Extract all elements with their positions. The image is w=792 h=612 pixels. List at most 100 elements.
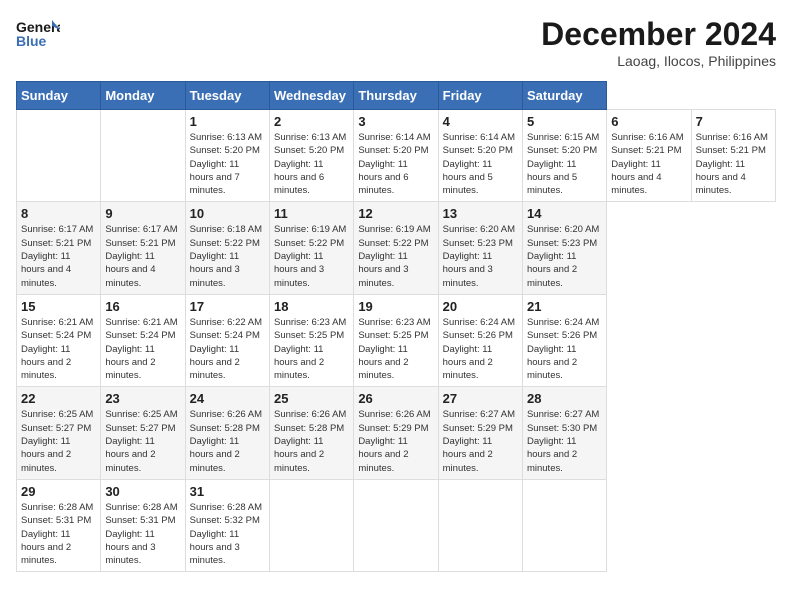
day-number: 9 bbox=[105, 206, 180, 221]
day-number: 27 bbox=[443, 391, 518, 406]
day-info: Sunrise: 6:28 AM Sunset: 5:31 PM Dayligh… bbox=[105, 501, 180, 567]
empty-cell bbox=[522, 479, 606, 571]
day-info: Sunrise: 6:20 AM Sunset: 5:23 PM Dayligh… bbox=[443, 223, 518, 289]
day-number: 8 bbox=[21, 206, 96, 221]
day-info: Sunrise: 6:20 AM Sunset: 5:23 PM Dayligh… bbox=[527, 223, 602, 289]
day-number: 26 bbox=[358, 391, 433, 406]
day-number: 23 bbox=[105, 391, 180, 406]
day-number: 17 bbox=[190, 299, 265, 314]
day-number: 16 bbox=[105, 299, 180, 314]
day-number: 18 bbox=[274, 299, 349, 314]
day-number: 24 bbox=[190, 391, 265, 406]
day-number: 7 bbox=[696, 114, 771, 129]
calendar-day-17: 17 Sunrise: 6:22 AM Sunset: 5:24 PM Dayl… bbox=[185, 294, 269, 386]
empty-cell bbox=[354, 479, 438, 571]
day-number: 15 bbox=[21, 299, 96, 314]
day-info: Sunrise: 6:21 AM Sunset: 5:24 PM Dayligh… bbox=[21, 316, 96, 382]
day-info: Sunrise: 6:26 AM Sunset: 5:29 PM Dayligh… bbox=[358, 408, 433, 474]
title-block: December 2024 Laoag, Ilocos, Philippines bbox=[541, 16, 776, 69]
calendar-day-3: 3 Sunrise: 6:14 AM Sunset: 5:20 PM Dayli… bbox=[354, 110, 438, 202]
day-info: Sunrise: 6:25 AM Sunset: 5:27 PM Dayligh… bbox=[21, 408, 96, 474]
calendar-day-29: 29 Sunrise: 6:28 AM Sunset: 5:31 PM Dayl… bbox=[17, 479, 101, 571]
calendar-day-10: 10 Sunrise: 6:18 AM Sunset: 5:22 PM Dayl… bbox=[185, 202, 269, 294]
day-info: Sunrise: 6:27 AM Sunset: 5:29 PM Dayligh… bbox=[443, 408, 518, 474]
day-info: Sunrise: 6:25 AM Sunset: 5:27 PM Dayligh… bbox=[105, 408, 180, 474]
header-friday: Friday bbox=[438, 82, 522, 110]
calendar-week-row: 8 Sunrise: 6:17 AM Sunset: 5:21 PM Dayli… bbox=[17, 202, 776, 294]
calendar-day-30: 30 Sunrise: 6:28 AM Sunset: 5:31 PM Dayl… bbox=[101, 479, 185, 571]
calendar-week-row: 29 Sunrise: 6:28 AM Sunset: 5:31 PM Dayl… bbox=[17, 479, 776, 571]
day-info: Sunrise: 6:24 AM Sunset: 5:26 PM Dayligh… bbox=[443, 316, 518, 382]
calendar-day-26: 26 Sunrise: 6:26 AM Sunset: 5:29 PM Dayl… bbox=[354, 387, 438, 479]
calendar-day-24: 24 Sunrise: 6:26 AM Sunset: 5:28 PM Dayl… bbox=[185, 387, 269, 479]
calendar-day-14: 14 Sunrise: 6:20 AM Sunset: 5:23 PM Dayl… bbox=[522, 202, 606, 294]
day-number: 29 bbox=[21, 484, 96, 499]
calendar-day-18: 18 Sunrise: 6:23 AM Sunset: 5:25 PM Dayl… bbox=[269, 294, 353, 386]
calendar-day-8: 8 Sunrise: 6:17 AM Sunset: 5:21 PM Dayli… bbox=[17, 202, 101, 294]
day-info: Sunrise: 6:16 AM Sunset: 5:21 PM Dayligh… bbox=[611, 131, 686, 197]
calendar-day-4: 4 Sunrise: 6:14 AM Sunset: 5:20 PM Dayli… bbox=[438, 110, 522, 202]
calendar-week-row: 1 Sunrise: 6:13 AM Sunset: 5:20 PM Dayli… bbox=[17, 110, 776, 202]
day-info: Sunrise: 6:17 AM Sunset: 5:21 PM Dayligh… bbox=[21, 223, 96, 289]
calendar-day-7: 7 Sunrise: 6:16 AM Sunset: 5:21 PM Dayli… bbox=[691, 110, 775, 202]
day-number: 14 bbox=[527, 206, 602, 221]
day-number: 2 bbox=[274, 114, 349, 129]
day-info: Sunrise: 6:23 AM Sunset: 5:25 PM Dayligh… bbox=[358, 316, 433, 382]
day-number: 30 bbox=[105, 484, 180, 499]
day-number: 21 bbox=[527, 299, 602, 314]
header-thursday: Thursday bbox=[354, 82, 438, 110]
header-saturday: Saturday bbox=[522, 82, 606, 110]
day-info: Sunrise: 6:26 AM Sunset: 5:28 PM Dayligh… bbox=[274, 408, 349, 474]
month-year-title: December 2024 bbox=[541, 16, 776, 53]
day-info: Sunrise: 6:24 AM Sunset: 5:26 PM Dayligh… bbox=[527, 316, 602, 382]
header-sunday: Sunday bbox=[17, 82, 101, 110]
day-number: 22 bbox=[21, 391, 96, 406]
day-number: 20 bbox=[443, 299, 518, 314]
day-number: 31 bbox=[190, 484, 265, 499]
calendar-day-16: 16 Sunrise: 6:21 AM Sunset: 5:24 PM Dayl… bbox=[101, 294, 185, 386]
day-info: Sunrise: 6:19 AM Sunset: 5:22 PM Dayligh… bbox=[358, 223, 433, 289]
logo: General Blue bbox=[16, 16, 64, 52]
day-info: Sunrise: 6:15 AM Sunset: 5:20 PM Dayligh… bbox=[527, 131, 602, 197]
day-info: Sunrise: 6:28 AM Sunset: 5:31 PM Dayligh… bbox=[21, 501, 96, 567]
day-info: Sunrise: 6:17 AM Sunset: 5:21 PM Dayligh… bbox=[105, 223, 180, 289]
day-number: 19 bbox=[358, 299, 433, 314]
day-info: Sunrise: 6:14 AM Sunset: 5:20 PM Dayligh… bbox=[443, 131, 518, 197]
calendar-day-22: 22 Sunrise: 6:25 AM Sunset: 5:27 PM Dayl… bbox=[17, 387, 101, 479]
empty-cell bbox=[269, 479, 353, 571]
day-info: Sunrise: 6:19 AM Sunset: 5:22 PM Dayligh… bbox=[274, 223, 349, 289]
header-monday: Monday bbox=[101, 82, 185, 110]
day-info: Sunrise: 6:18 AM Sunset: 5:22 PM Dayligh… bbox=[190, 223, 265, 289]
calendar-day-19: 19 Sunrise: 6:23 AM Sunset: 5:25 PM Dayl… bbox=[354, 294, 438, 386]
day-number: 13 bbox=[443, 206, 518, 221]
calendar-header-row: SundayMondayTuesdayWednesdayThursdayFrid… bbox=[17, 82, 776, 110]
day-info: Sunrise: 6:14 AM Sunset: 5:20 PM Dayligh… bbox=[358, 131, 433, 197]
day-number: 5 bbox=[527, 114, 602, 129]
page-header: General Blue December 2024 Laoag, Ilocos… bbox=[16, 16, 776, 69]
calendar-day-31: 31 Sunrise: 6:28 AM Sunset: 5:32 PM Dayl… bbox=[185, 479, 269, 571]
day-number: 28 bbox=[527, 391, 602, 406]
day-info: Sunrise: 6:26 AM Sunset: 5:28 PM Dayligh… bbox=[190, 408, 265, 474]
location-title: Laoag, Ilocos, Philippines bbox=[541, 53, 776, 69]
day-number: 4 bbox=[443, 114, 518, 129]
calendar-day-13: 13 Sunrise: 6:20 AM Sunset: 5:23 PM Dayl… bbox=[438, 202, 522, 294]
day-number: 25 bbox=[274, 391, 349, 406]
calendar-day-21: 21 Sunrise: 6:24 AM Sunset: 5:26 PM Dayl… bbox=[522, 294, 606, 386]
day-number: 3 bbox=[358, 114, 433, 129]
empty-cell bbox=[438, 479, 522, 571]
calendar-day-25: 25 Sunrise: 6:26 AM Sunset: 5:28 PM Dayl… bbox=[269, 387, 353, 479]
header-tuesday: Tuesday bbox=[185, 82, 269, 110]
header-wednesday: Wednesday bbox=[269, 82, 353, 110]
calendar-day-5: 5 Sunrise: 6:15 AM Sunset: 5:20 PM Dayli… bbox=[522, 110, 606, 202]
calendar-day-27: 27 Sunrise: 6:27 AM Sunset: 5:29 PM Dayl… bbox=[438, 387, 522, 479]
day-number: 12 bbox=[358, 206, 433, 221]
day-number: 10 bbox=[190, 206, 265, 221]
day-info: Sunrise: 6:23 AM Sunset: 5:25 PM Dayligh… bbox=[274, 316, 349, 382]
calendar-day-12: 12 Sunrise: 6:19 AM Sunset: 5:22 PM Dayl… bbox=[354, 202, 438, 294]
day-number: 6 bbox=[611, 114, 686, 129]
day-info: Sunrise: 6:28 AM Sunset: 5:32 PM Dayligh… bbox=[190, 501, 265, 567]
day-info: Sunrise: 6:13 AM Sunset: 5:20 PM Dayligh… bbox=[274, 131, 349, 197]
calendar-day-20: 20 Sunrise: 6:24 AM Sunset: 5:26 PM Dayl… bbox=[438, 294, 522, 386]
day-info: Sunrise: 6:13 AM Sunset: 5:20 PM Dayligh… bbox=[190, 131, 265, 197]
day-info: Sunrise: 6:27 AM Sunset: 5:30 PM Dayligh… bbox=[527, 408, 602, 474]
